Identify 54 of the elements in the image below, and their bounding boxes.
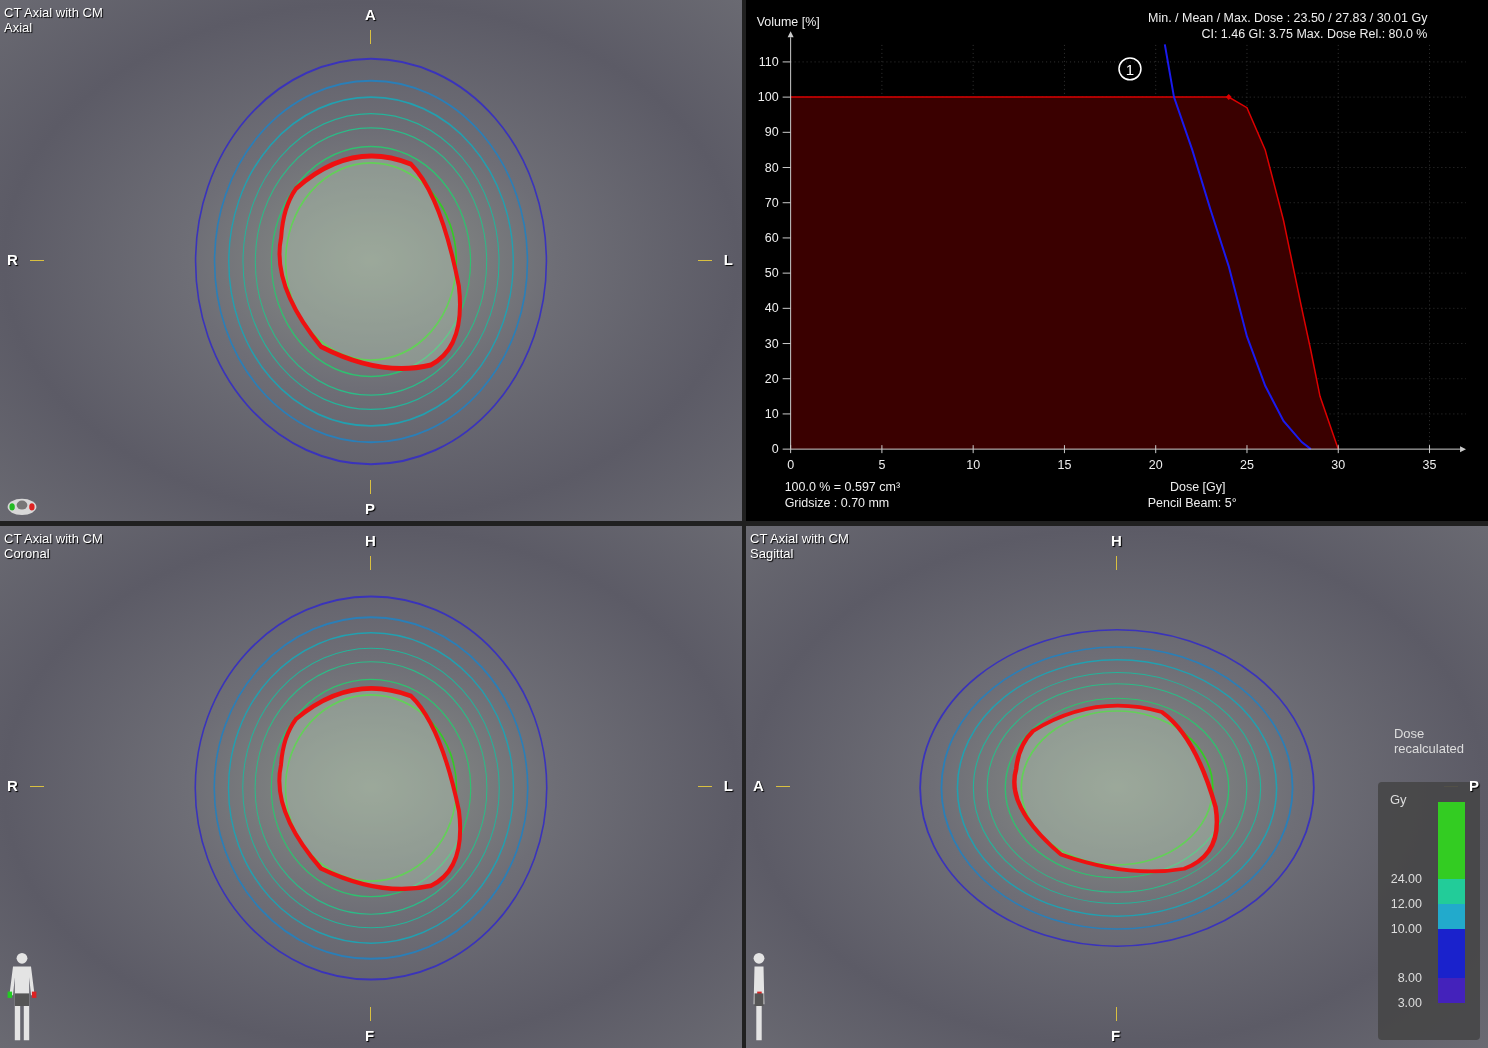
x-tick-label: 30 xyxy=(1331,458,1346,473)
legend-value: 12.00 xyxy=(1389,897,1422,911)
y-axis-title: Volume [%] xyxy=(756,14,820,29)
y-tick-label: 50 xyxy=(764,266,779,281)
view-plane-label: Coronal xyxy=(4,546,50,561)
orientation-label: R xyxy=(7,777,18,794)
view-title: CT Axial with CM xyxy=(4,531,103,546)
y-tick-label: 30 xyxy=(764,336,779,351)
orientation-label: F xyxy=(365,1027,375,1044)
x-tick-label: 20 xyxy=(1148,458,1163,473)
dose-status-note: Dose recalculated xyxy=(1393,726,1464,756)
y-tick-label: 60 xyxy=(764,230,779,245)
legend-value: 8.00 xyxy=(1396,971,1422,985)
view-title: CT Axial with CM xyxy=(4,5,103,20)
y-tick-label: 0 xyxy=(771,442,779,457)
orientation-label: H xyxy=(1111,532,1122,549)
y-tick-label: 90 xyxy=(764,125,779,140)
orientation-label: P xyxy=(1469,777,1479,794)
x-tick-label: 35 xyxy=(1422,458,1437,473)
dose-statistics: Min. / Mean / Max. Dose : 23.50 / 27.83 / 30.01 Gy xyxy=(1148,10,1428,25)
x-tick-label: 15 xyxy=(1057,458,1072,473)
legend-unit: Gy xyxy=(1390,792,1407,807)
x-tick-label: 25 xyxy=(1240,458,1254,473)
x-tick-label: 5 xyxy=(878,458,886,473)
legend-value: 3.00 xyxy=(1396,996,1422,1010)
orientation-label: F xyxy=(1111,1027,1121,1044)
y-tick-label: 80 xyxy=(764,160,779,175)
orientation-label: A xyxy=(753,777,764,794)
view-plane-label: Axial xyxy=(4,20,33,35)
x-tick-label: 0 xyxy=(787,458,795,473)
y-tick-label: 20 xyxy=(764,371,779,386)
orientation-label: A xyxy=(365,6,376,23)
y-tick-label: 100 xyxy=(757,90,779,105)
structure-number-badge: 1 xyxy=(1118,57,1142,81)
x-tick-label: 10 xyxy=(966,458,981,473)
orientation-label: L xyxy=(723,777,733,794)
orientation-label: H xyxy=(365,532,376,549)
volume-reference: 100.0 % = 0.597 cm³ xyxy=(784,480,901,495)
x-axis-title: Dose [Gy] xyxy=(1170,480,1226,495)
y-tick-label: 40 xyxy=(764,301,779,316)
y-tick-label: 10 xyxy=(764,406,779,421)
gridsize-label: Gridsize : 0.70 mm xyxy=(784,496,890,511)
orientation-label: P xyxy=(365,500,375,517)
orientation-label: R xyxy=(7,251,18,268)
view-title: CT Axial with CM xyxy=(750,531,849,546)
max-dose-marker xyxy=(1225,94,1232,101)
legend-value: 24.00 xyxy=(1389,872,1422,886)
y-tick-label: 70 xyxy=(764,195,779,210)
legend-value: 10.00 xyxy=(1389,922,1422,936)
dose-statistics: CI: 1.46 GI: 3.75 Max. Dose Rel.: 80.0 % xyxy=(1201,26,1428,41)
view-plane-label: Sagittal xyxy=(750,546,794,561)
algorithm-label: Pencil Beam: 5° xyxy=(1147,496,1237,511)
y-tick-label: 110 xyxy=(758,54,779,69)
orientation-label: L xyxy=(723,251,733,268)
